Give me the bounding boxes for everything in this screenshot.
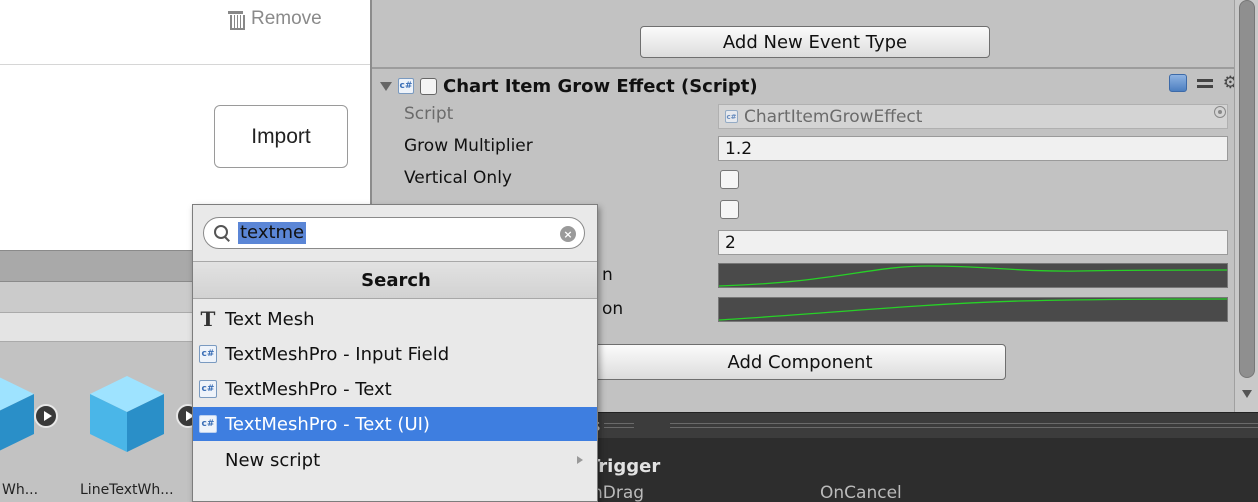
asset-thumbnail[interactable] — [84, 370, 170, 456]
asset-label: Wh... — [2, 482, 39, 498]
drag-handle — [670, 423, 1258, 428]
scrollbar-thumb[interactable] — [1239, 0, 1255, 378]
vertical-only-checkbox[interactable] — [720, 170, 739, 189]
list-item-label: TextMeshPro - Text — [225, 378, 392, 400]
add-new-event-type-button[interactable]: Add New Event Type — [640, 26, 990, 58]
grow-multiplier-field[interactable]: 1.2 — [718, 136, 1228, 161]
popup-header: Search — [193, 261, 597, 299]
event-item[interactable]: OnCancel — [820, 483, 902, 502]
icon-slot: c# — [197, 345, 219, 363]
help-book-icon[interactable] — [1168, 74, 1187, 92]
component-header[interactable]: c# Chart Item Grow Effect (Script) ⚙ — [380, 72, 1240, 100]
import-button[interactable]: Import — [214, 105, 348, 168]
divider — [372, 67, 1234, 69]
component-header-icons: ⚙ — [1168, 74, 1238, 92]
add-component-button[interactable]: Add Component — [594, 344, 1006, 380]
divider — [0, 64, 370, 65]
curve-graph — [719, 265, 1227, 287]
drag-handle — [604, 423, 634, 428]
play-icon[interactable] — [34, 404, 58, 428]
trash-icon — [228, 10, 245, 30]
scrollbar[interactable] — [1234, 0, 1258, 412]
remove-button[interactable]: Remove — [228, 8, 322, 30]
scroll-down-arrow-icon[interactable] — [1242, 390, 1252, 398]
csharp-script-icon: c# — [199, 380, 217, 398]
list-item-new-script[interactable]: New script — [193, 443, 597, 477]
list-item-label: TextMeshPro - Input Field — [225, 343, 450, 365]
preset-icon[interactable] — [1196, 76, 1213, 90]
add-component-popup: textme × Search T Text Mesh c# TextMeshP… — [192, 204, 598, 502]
horizontal-only-checkbox[interactable] — [720, 200, 739, 219]
list-item-tmp-text[interactable]: c# TextMeshPro - Text — [193, 372, 597, 406]
animation-curve-field[interactable] — [718, 263, 1228, 288]
list-item-label: TextMeshPro - Text (UI) — [225, 413, 430, 435]
curve-label: n — [602, 265, 613, 285]
list-item-label: Text Mesh — [225, 308, 315, 330]
search-query[interactable]: textme — [238, 222, 307, 244]
curve-label: on — [602, 299, 624, 319]
csharp-script-icon: c# — [199, 415, 217, 433]
object-picker-icon[interactable] — [1214, 106, 1226, 118]
foldout-arrow-icon[interactable] — [380, 81, 392, 91]
vertical-only-label: Vertical Only — [404, 168, 512, 188]
list-item-tmp-text-ui[interactable]: c# TextMeshPro - Text (UI) — [193, 407, 597, 441]
csharp-script-icon: c# — [398, 78, 414, 94]
icon-slot: c# — [197, 380, 219, 398]
text-mesh-icon: T — [200, 307, 216, 331]
remove-label: Remove — [251, 8, 322, 29]
submenu-arrow-icon — [577, 456, 583, 464]
duration-field[interactable]: 2 — [718, 230, 1228, 255]
list-item-tmp-input-field[interactable]: c# TextMeshPro - Input Field — [193, 337, 597, 371]
csharp-script-icon: c# — [199, 345, 217, 363]
animation-curve-field[interactable] — [718, 297, 1228, 322]
grow-multiplier-label: Grow Multiplier — [404, 136, 533, 156]
list-item-label: New script — [225, 449, 321, 471]
icon-slot: c# — [197, 415, 219, 433]
script-field[interactable]: c# ChartItemGrowEffect — [718, 104, 1228, 129]
script-label: Script — [404, 104, 454, 124]
csharp-script-icon: c# — [725, 110, 738, 123]
list-item-text-mesh[interactable]: T Text Mesh — [193, 302, 597, 336]
section-title: Trigger — [588, 456, 661, 477]
event-item[interactable]: nDrag — [592, 483, 644, 502]
asset-label: LineTextWh... — [80, 482, 174, 498]
script-value: ChartItemGrowEffect — [744, 106, 923, 127]
component-title: Chart Item Grow Effect (Script) — [443, 75, 758, 97]
search-icon — [214, 225, 230, 241]
search-input[interactable]: textme × — [203, 217, 585, 249]
component-enabled-checkbox[interactable] — [420, 77, 437, 95]
curve-graph — [719, 298, 1227, 321]
clear-search-icon[interactable]: × — [560, 226, 576, 242]
